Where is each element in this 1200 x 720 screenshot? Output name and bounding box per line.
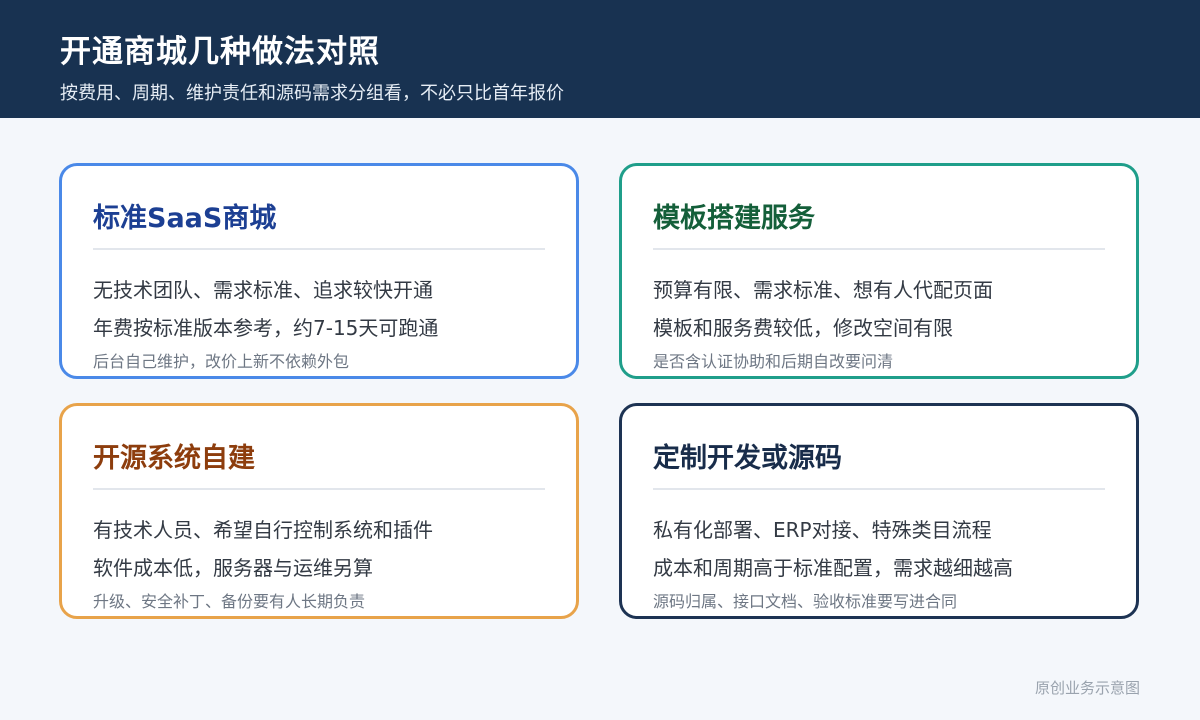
card-template-service: 模板搭建服务 预算有限、需求标准、想有人代配页面 模板和服务费较低，修改空间有限… [619,163,1139,379]
card-divider [653,248,1105,250]
card-note: 源码归属、接口文档、验收标准要写进合同 [653,592,958,611]
card-line: 年费按标准版本参考，约7-15天可跑通 [93,316,439,340]
card-custom-development: 定制开发或源码 私有化部署、ERP对接、特殊类目流程 成本和周期高于标准配置，需… [619,403,1139,619]
card-title: 定制开发或源码 [653,443,842,474]
page-subtitle: 按费用、周期、维护责任和源码需求分组看，不必只比首年报价 [60,83,564,104]
card-line: 有技术人员、希望自行控制系统和插件 [93,518,433,542]
card-title: 标准SaaS商城 [93,203,277,234]
card-note: 是否含认证协助和后期自改要问清 [653,352,894,371]
card-title: 开源系统自建 [93,443,255,474]
card-divider [653,488,1105,490]
card-divider [93,248,545,250]
card-line: 私有化部署、ERP对接、特殊类目流程 [653,518,992,542]
card-line: 预算有限、需求标准、想有人代配页面 [653,278,993,302]
page-title: 开通商城几种做法对照 [60,34,380,70]
card-divider [93,488,545,490]
card-note: 升级、安全补丁、备份要有人长期负责 [93,592,366,611]
card-line: 成本和周期高于标准配置，需求越细越高 [653,556,1013,580]
card-line: 软件成本低，服务器与运维另算 [93,556,373,580]
card-title: 模板搭建服务 [653,203,815,234]
card-saas-mall: 标准SaaS商城 无技术团队、需求标准、追求较快开通 年费按标准版本参考，约7-… [59,163,579,379]
card-line: 无技术团队、需求标准、追求较快开通 [93,278,433,302]
header-banner: 开通商城几种做法对照 按费用、周期、维护责任和源码需求分组看，不必只比首年报价 [0,0,1200,118]
card-open-source: 开源系统自建 有技术人员、希望自行控制系统和插件 软件成本低，服务器与运维另算 … [59,403,579,619]
card-line: 模板和服务费较低，修改空间有限 [653,316,953,340]
card-note: 后台自己维护，改价上新不依赖外包 [93,352,350,371]
footer-note: 原创业务示意图 [1034,679,1140,697]
